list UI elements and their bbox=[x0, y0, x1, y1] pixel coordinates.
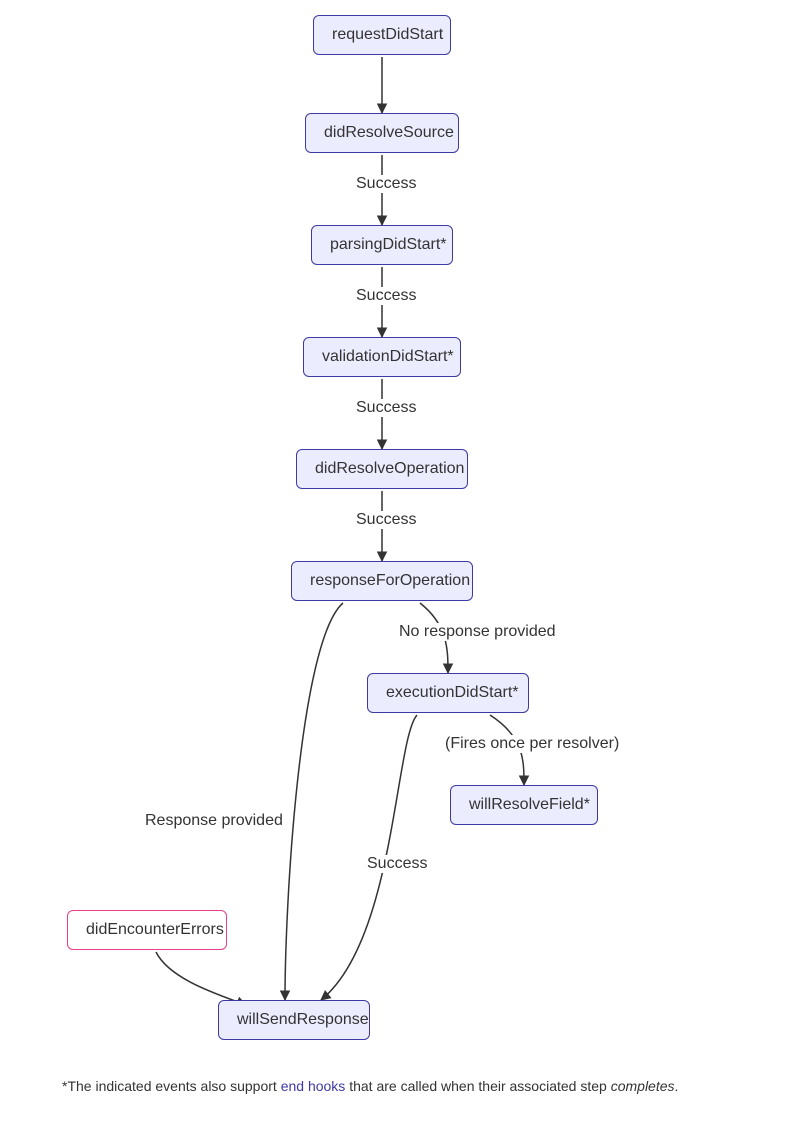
edge-label-success-5: Success bbox=[365, 855, 429, 873]
footnote-tail: . bbox=[675, 1078, 679, 1094]
node-requestDidStart: requestDidStart bbox=[313, 15, 451, 55]
edge-label-no-response: No response provided bbox=[397, 623, 558, 641]
node-parsingDidStart: parsingDidStart* bbox=[311, 225, 453, 265]
edge-responsefor-to-willsend bbox=[285, 603, 343, 1000]
edge-label-success-4: Success bbox=[354, 511, 418, 529]
diagram-canvas: requestDidStart didResolveSource parsing… bbox=[0, 0, 810, 1130]
edge-errors-to-willsend bbox=[156, 952, 246, 1005]
edge-label-success-3: Success bbox=[354, 399, 418, 417]
node-executionDidStart: executionDidStart* bbox=[367, 673, 529, 713]
edge-label-fires-per-resolver: (Fires once per resolver) bbox=[443, 735, 621, 753]
footnote-em: completes bbox=[611, 1078, 675, 1094]
node-didEncounterErrors: didEncounterErrors bbox=[67, 910, 227, 950]
node-willSendResponse: willSendResponse bbox=[218, 1000, 370, 1040]
node-didResolveSource: didResolveSource bbox=[305, 113, 459, 153]
node-didResolveOperation: didResolveOperation bbox=[296, 449, 468, 489]
footnote: *The indicated events also support end h… bbox=[62, 1078, 678, 1094]
edge-label-success-2: Success bbox=[354, 287, 418, 305]
edge-label-response-provided: Response provided bbox=[143, 812, 285, 830]
edge-label-success-1: Success bbox=[354, 175, 418, 193]
node-willResolveField: willResolveField* bbox=[450, 785, 598, 825]
node-validationDidStart: validationDidStart* bbox=[303, 337, 461, 377]
node-responseForOperation: responseForOperation bbox=[291, 561, 473, 601]
footnote-suffix: that are called when their associated st… bbox=[345, 1078, 610, 1094]
footnote-prefix: *The indicated events also support bbox=[62, 1078, 281, 1094]
footnote-link[interactable]: end hooks bbox=[281, 1078, 346, 1094]
